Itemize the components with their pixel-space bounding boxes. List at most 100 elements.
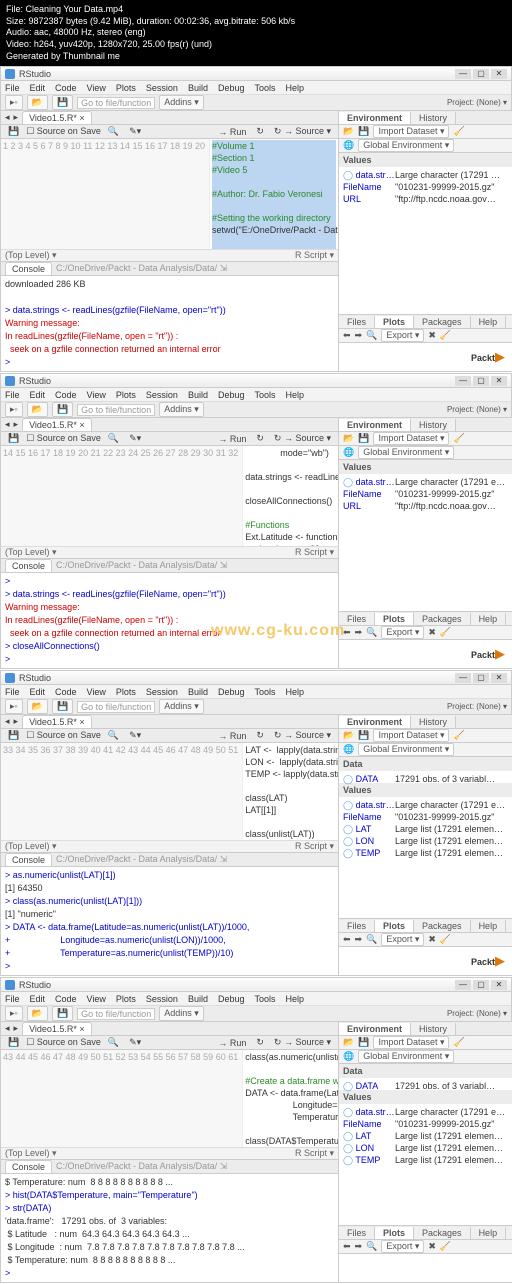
save-ws-button[interactable]: 💾 <box>358 730 369 741</box>
tab-help[interactable]: Help <box>471 613 507 625</box>
code-editor[interactable]: 14 15 16 17 18 19 20 21 22 23 24 25 26 2… <box>1 446 338 546</box>
env-row[interactable]: data.str…Large character (17291 e… <box>343 476 512 488</box>
source-on-save-checkbox[interactable]: ☐ Source on Save <box>26 126 101 137</box>
minimize-button[interactable]: — <box>455 673 471 683</box>
open-button[interactable]: 📂 <box>27 95 48 110</box>
menu-code[interactable]: Code <box>55 994 77 1004</box>
new-file-button[interactable]: ▸◦ <box>5 699 23 714</box>
menu-file[interactable]: File <box>5 83 20 93</box>
export-button[interactable]: Export ▾ <box>381 1240 424 1253</box>
tab-files[interactable]: Files <box>339 1227 375 1239</box>
menu-debug[interactable]: Debug <box>218 390 245 400</box>
plot-zoom-button[interactable]: 🔍 <box>366 934 377 945</box>
rerun-button[interactable]: ↻ <box>253 1037 267 1048</box>
tab-packages[interactable]: Packages <box>414 316 471 328</box>
close-button[interactable]: ✕ <box>491 673 507 683</box>
menu-view[interactable]: View <box>87 687 106 697</box>
wand-button[interactable]: ✎▾ <box>126 126 144 137</box>
env-scope-button[interactable]: Global Environment ▾ <box>358 139 454 152</box>
minimize-button[interactable]: — <box>455 69 471 79</box>
new-file-button[interactable]: ▸◦ <box>5 1006 23 1021</box>
tab-viewer[interactable]: Viewer <box>506 613 512 625</box>
next-tab-button[interactable]: ▸ <box>14 716 19 727</box>
tab-packages[interactable]: Packages <box>414 1227 471 1239</box>
env-row[interactable]: LONLarge list (17291 elemen… <box>343 835 512 847</box>
tab-viewer[interactable]: Viewer <box>506 316 512 328</box>
plot-clear-button[interactable]: 🧹 <box>440 627 451 638</box>
env-row[interactable]: LATLarge list (17291 elemen… <box>343 823 512 835</box>
export-button[interactable]: Export ▾ <box>381 626 424 639</box>
prev-tab-button[interactable]: ◂ <box>5 112 10 123</box>
console[interactable]: > as.numeric(unlist(LAT)[1]) [1] 64350 >… <box>1 867 338 975</box>
tab-plots[interactable]: Plots <box>375 316 414 328</box>
plot-prev-button[interactable]: ⬅ <box>343 1241 351 1252</box>
menu-edit[interactable]: Edit <box>30 83 46 93</box>
save-source-button[interactable]: 💾 <box>5 730 22 741</box>
plot-delete-button[interactable]: ✖ <box>428 934 436 945</box>
scope-dropdown[interactable]: (Top Level) ▾ <box>5 250 57 261</box>
run-button[interactable]: → Run <box>215 127 249 137</box>
code-area[interactable]: mode="wb") data.strings <- readLines(gzf… <box>243 446 338 546</box>
wand-button[interactable]: ✎▾ <box>126 433 144 444</box>
history-tab[interactable]: History <box>411 419 456 431</box>
import-button[interactable]: Import Dataset ▾ <box>373 729 449 742</box>
open-button[interactable]: 📂 <box>27 402 48 417</box>
tab-packages[interactable]: Packages <box>414 920 471 932</box>
code-area[interactable]: class(as.numeric(unlist(LAT)[1])) #Creat… <box>243 1050 338 1147</box>
menu-plots[interactable]: Plots <box>116 994 136 1004</box>
project-dropdown[interactable]: Project: (None) ▾ <box>447 98 507 107</box>
tab-viewer[interactable]: Viewer <box>506 1227 512 1239</box>
export-button[interactable]: Export ▾ <box>381 329 424 342</box>
maximize-button[interactable]: ▢ <box>473 980 489 990</box>
env-scope-button[interactable]: Global Environment ▾ <box>358 1050 454 1063</box>
run-button[interactable]: → Run <box>215 1038 249 1048</box>
console-tab[interactable]: Console <box>5 853 52 866</box>
menu-plots[interactable]: Plots <box>116 83 136 93</box>
menu-session[interactable]: Session <box>146 390 178 400</box>
tab-packages[interactable]: Packages <box>414 613 471 625</box>
tab-plots[interactable]: Plots <box>375 1227 414 1239</box>
plot-clear-button[interactable]: 🧹 <box>440 330 451 341</box>
maximize-button[interactable]: ▢ <box>473 673 489 683</box>
console-tab[interactable]: Console <box>5 1160 52 1173</box>
scope-dropdown[interactable]: (Top Level) ▾ <box>5 1148 57 1159</box>
goto-input[interactable]: Go to file/function <box>77 97 155 109</box>
project-dropdown[interactable]: Project: (None) ▾ <box>447 405 507 414</box>
find-button[interactable]: 🔍 <box>105 730 122 741</box>
menu-view[interactable]: View <box>87 390 106 400</box>
find-button[interactable]: 🔍 <box>105 126 122 137</box>
minimize-button[interactable]: — <box>455 376 471 386</box>
plot-prev-button[interactable]: ⬅ <box>343 627 351 638</box>
goto-input[interactable]: Go to file/function <box>77 701 155 713</box>
new-file-button[interactable]: ▸◦ <box>5 95 23 110</box>
menu-debug[interactable]: Debug <box>218 994 245 1004</box>
env-row[interactable]: FileName"010231-99999-2015.gz" <box>343 811 512 823</box>
plot-prev-button[interactable]: ⬅ <box>343 934 351 945</box>
history-tab[interactable]: History <box>411 1023 456 1035</box>
save-button[interactable]: 💾 <box>52 1006 73 1021</box>
env-row[interactable]: TEMPLarge list (17291 elemen… <box>343 847 512 859</box>
load-ws-button[interactable]: 📂 <box>343 730 354 741</box>
source-button[interactable]: ↻ → Source ▾ <box>271 1037 334 1048</box>
load-ws-button[interactable]: 📂 <box>343 1037 354 1048</box>
tab-viewer[interactable]: Viewer <box>506 920 512 932</box>
history-tab[interactable]: History <box>411 716 456 728</box>
environment-tab[interactable]: Environment <box>339 716 411 728</box>
history-tab[interactable]: History <box>411 112 456 124</box>
plot-delete-button[interactable]: ✖ <box>428 1241 436 1252</box>
menu-build[interactable]: Build <box>188 994 208 1004</box>
env-scope-button[interactable]: Global Environment ▾ <box>358 743 454 756</box>
plot-clear-button[interactable]: 🧹 <box>440 1241 451 1252</box>
menu-tools[interactable]: Tools <box>255 687 276 697</box>
scope-dropdown[interactable]: (Top Level) ▾ <box>5 547 57 558</box>
clear-button[interactable]: 🧹 <box>453 126 464 137</box>
menu-view[interactable]: View <box>87 83 106 93</box>
code-area[interactable]: LAT <- lapply(data.strings, Ext.Latitude… <box>243 743 338 840</box>
env-row[interactable]: data.str…Large character (17291 e… <box>343 1106 512 1118</box>
minimize-button[interactable]: — <box>455 980 471 990</box>
goto-input[interactable]: Go to file/function <box>77 404 155 416</box>
source-on-save-checkbox[interactable]: ☐ Source on Save <box>26 433 101 444</box>
new-file-button[interactable]: ▸◦ <box>5 402 23 417</box>
save-button[interactable]: 💾 <box>52 402 73 417</box>
env-row[interactable]: FileName"010231-99999-2015.gz" <box>343 181 512 193</box>
